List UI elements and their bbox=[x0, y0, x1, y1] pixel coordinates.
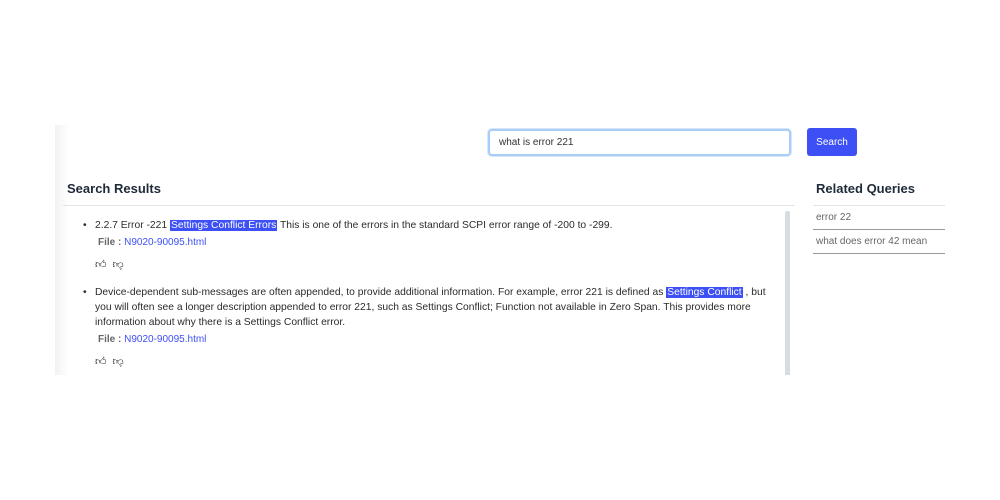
list-item: Device-dependent sub-messages are often … bbox=[83, 285, 773, 370]
result-highlight: Settings Conflict bbox=[666, 287, 743, 298]
results-divider bbox=[63, 205, 795, 206]
related-query-item[interactable]: what does error 42 mean bbox=[813, 231, 945, 254]
thumbs-down-icon[interactable]: 👎︎ bbox=[113, 355, 124, 370]
search-panel: Search Search Results 2.2.7 Error -221 S… bbox=[55, 125, 955, 375]
thumbs-up-icon[interactable]: 👍︎ bbox=[95, 258, 107, 273]
list-item: 2.2.7 Error -221 Settings Conflict Error… bbox=[83, 218, 773, 273]
file-link[interactable]: N9020-90095.html bbox=[124, 334, 206, 345]
thumbs-down-icon[interactable]: 👎︎ bbox=[113, 258, 124, 273]
thumbs-up-icon[interactable]: 👍︎ bbox=[95, 355, 107, 370]
related-queries-heading: Related Queries bbox=[816, 181, 915, 196]
result-file: File : N9020-90095.html bbox=[98, 334, 207, 345]
related-divider bbox=[813, 205, 945, 206]
search-results-heading: Search Results bbox=[67, 181, 161, 196]
result-file: File : N9020-90095.html bbox=[98, 237, 207, 248]
related-query-item[interactable]: error 22 bbox=[813, 207, 945, 230]
result-highlight: Settings Conflict Errors bbox=[169, 220, 278, 231]
results-scrollbar[interactable] bbox=[785, 211, 790, 375]
file-link[interactable]: N9020-90095.html bbox=[124, 237, 206, 248]
results-list: 2.2.7 Error -221 Settings Conflict Error… bbox=[83, 218, 773, 375]
result-text: 2.2.7 Error -221 Settings Conflict Error… bbox=[95, 220, 613, 231]
search-input[interactable] bbox=[488, 129, 791, 156]
search-button[interactable]: Search bbox=[807, 128, 857, 156]
result-text: Device-dependent sub-messages are often … bbox=[95, 287, 766, 328]
